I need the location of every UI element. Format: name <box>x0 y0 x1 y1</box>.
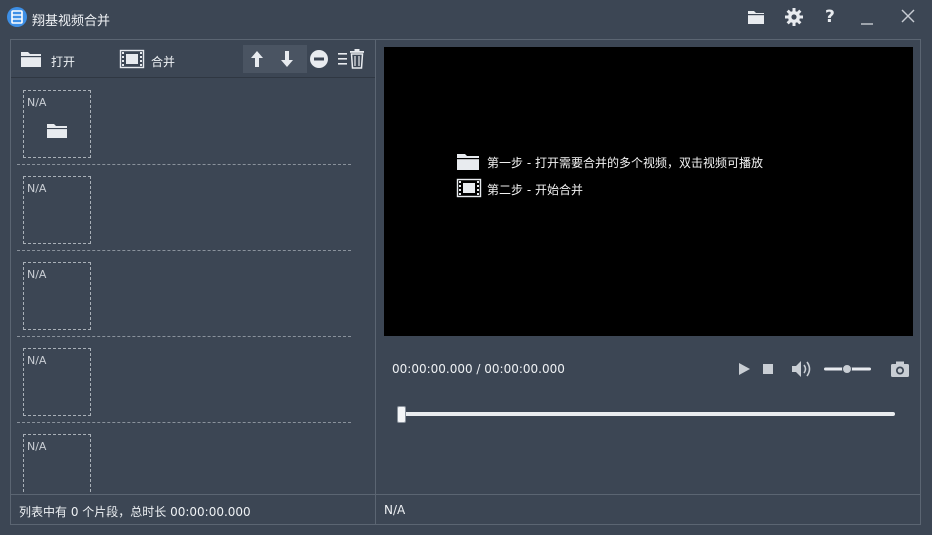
clip-thumbnail: N/A <box>23 434 91 494</box>
stop-icon <box>763 364 773 374</box>
clip-label: N/A <box>27 182 47 195</box>
play-button[interactable] <box>734 359 754 379</box>
title-bar: 翔基视频合并 ? <box>0 0 932 34</box>
player-panel: 第一步 - 打开需要合并的多个视频，双击视频可播放 第二步 - 开始合并 00:… <box>375 39 921 495</box>
help-icon: ? <box>825 7 835 27</box>
move-down-button[interactable] <box>275 47 299 71</box>
volume-icon <box>792 361 811 377</box>
step2-text: 第二步 - 开始合并 <box>487 183 583 197</box>
app-title: 翔基视频合并 <box>32 14 111 29</box>
list-item[interactable]: N/A <box>17 337 351 423</box>
remove-clip-button[interactable] <box>307 47 331 71</box>
status-bar-right: N/A <box>375 494 921 525</box>
move-up-arrow-icon <box>251 51 263 67</box>
help-button[interactable]: ? <box>818 5 842 29</box>
folder-icon <box>457 154 479 170</box>
list-item[interactable]: N/A <box>17 251 351 337</box>
close-icon <box>901 9 915 23</box>
list-item[interactable]: N/A <box>17 79 351 165</box>
progress-handle[interactable] <box>397 406 406 423</box>
clip-thumbnail: N/A <box>23 176 91 244</box>
clear-list-button[interactable] <box>337 47 367 71</box>
list-toolbar: 打开 合并 <box>11 40 375 78</box>
clip-label: N/A <box>27 440 47 453</box>
camera-icon <box>891 361 909 377</box>
clip-label: N/A <box>27 96 47 109</box>
clear-list-icon <box>338 49 364 69</box>
settings-button[interactable] <box>782 5 806 29</box>
video-preview[interactable]: 第一步 - 打开需要合并的多个视频，双击视频可播放 第二步 - 开始合并 <box>384 47 913 336</box>
open-button[interactable]: 打开 <box>19 48 89 70</box>
open-folder-icon <box>748 11 764 24</box>
snapshot-button[interactable] <box>888 358 912 380</box>
mute-button[interactable] <box>789 358 813 380</box>
folder-icon <box>21 52 41 67</box>
remove-minus-icon <box>310 50 328 68</box>
clip-thumbnail: N/A <box>23 90 91 158</box>
settings-gear-icon <box>785 8 803 26</box>
open-folder-button[interactable] <box>744 5 768 29</box>
film-strip-icon <box>119 49 145 69</box>
minimize-icon <box>861 23 873 25</box>
time-display: 00:00:00.000 / 00:00:00.000 <box>392 362 565 376</box>
step1-text: 第一步 - 打开需要合并的多个视频，双击视频可播放 <box>487 156 763 170</box>
list-item[interactable]: N/A <box>17 423 351 494</box>
minimize-button[interactable] <box>855 5 879 29</box>
status-bar-left: 列表中有 0 个片段，总时长 00:00:00.000 <box>10 494 376 525</box>
stop-button[interactable] <box>758 359 778 379</box>
clip-list[interactable]: N/A N/A N/A N/A N/A <box>11 79 375 494</box>
media-info: N/A <box>384 503 406 517</box>
progress-track[interactable] <box>398 412 895 416</box>
film-logo-icon <box>7 7 27 27</box>
folder-icon <box>47 124 67 138</box>
clip-thumbnail: N/A <box>23 262 91 330</box>
close-button[interactable] <box>896 5 920 29</box>
merge-button[interactable]: 合并 <box>119 48 189 70</box>
play-icon <box>739 363 750 375</box>
move-down-arrow-icon <box>281 51 293 67</box>
open-label: 打开 <box>51 55 76 69</box>
clip-label: N/A <box>27 354 47 367</box>
merge-label: 合并 <box>151 55 176 69</box>
clip-thumbnail: N/A <box>23 348 91 416</box>
move-up-button[interactable] <box>245 47 269 71</box>
list-summary: 列表中有 0 个片段，总时长 00:00:00.000 <box>19 505 251 519</box>
order-buttons-group <box>243 45 307 73</box>
clip-label: N/A <box>27 268 47 281</box>
clip-list-panel: 打开 合并 N/A N/A N/A N/A N/A <box>10 39 376 495</box>
list-item[interactable]: N/A <box>17 165 351 251</box>
volume-slider[interactable] <box>823 360 873 378</box>
film-strip-icon <box>456 178 482 198</box>
